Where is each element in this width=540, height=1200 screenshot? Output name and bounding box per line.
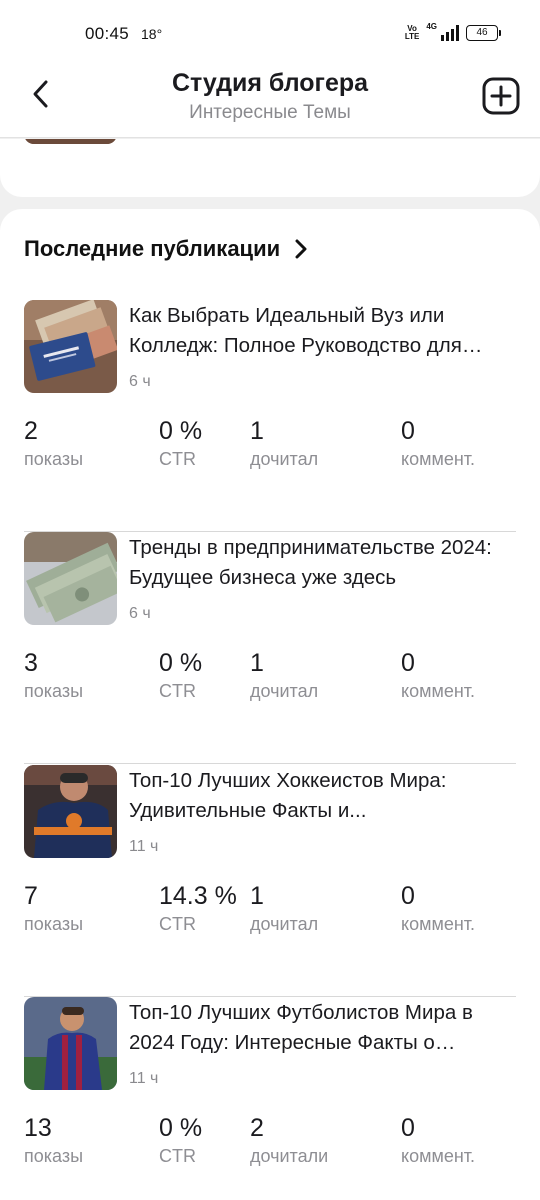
stat-value: 1: [250, 417, 264, 445]
publication-title: Топ-10 Лучших Футболистов Мира в 2024 Го…: [129, 1001, 473, 1054]
stat-label: коммент.: [401, 1146, 476, 1166]
stat-label: CTR: [159, 449, 196, 469]
publication-title: Тренды в предпринимательстве 2024: Будущ…: [129, 536, 492, 589]
stat-label: коммент.: [401, 681, 476, 701]
stat-label: показы: [24, 914, 84, 934]
publication-item[interactable]: Топ-10 Лучших Хоккеистов Мира: Удивитель…: [24, 765, 516, 997]
page-title: Студия блогера: [171, 69, 369, 97]
publication-thumbnail: [24, 300, 117, 393]
stat-label: CTR: [159, 681, 196, 701]
stat-value: 0 %: [159, 417, 203, 445]
status-icons: Vo LTE 4G 46: [404, 22, 501, 44]
stat-label: показы: [24, 681, 84, 701]
stat-value: 2: [24, 417, 38, 445]
publication-time: 6 ч: [129, 373, 151, 390]
app-header: Студия блогера Интересные Темы: [0, 60, 540, 138]
publication-thumbnail: [24, 765, 117, 858]
screen: 00:45 18° Vo LTE 4G 46 Студия блогера Инт…: [0, 0, 540, 1200]
previous-card: [0, 139, 540, 197]
publication-item[interactable]: Как Выбрать Идеальный Вуз или Колледж: П…: [24, 300, 516, 532]
stat-value: 3: [24, 649, 38, 677]
stat-value: 2: [250, 1114, 264, 1142]
plus-square-icon: [482, 77, 520, 115]
stat-ctr: 14.3 % CTR: [159, 882, 237, 935]
chevron-right-icon: [295, 239, 307, 259]
stat-read-through: 1 дочитал: [250, 882, 318, 935]
publication-time: 6 ч: [129, 605, 151, 622]
publication-time: 11 ч: [129, 838, 159, 855]
stat-value: 0 %: [159, 649, 203, 677]
stat-value: 1: [250, 649, 264, 677]
stat-label: показы: [24, 449, 84, 469]
stat-value: 0 %: [159, 1114, 203, 1142]
stat-value: 0: [401, 1114, 415, 1142]
stat-impressions: 2 показы: [24, 417, 83, 470]
publication-time: 11 ч: [129, 1070, 159, 1087]
stat-label: дочитал: [250, 914, 319, 934]
page-subtitle: Интересные Темы: [189, 102, 351, 123]
stat-label: CTR: [159, 914, 196, 934]
stat-comments: 0 коммент.: [401, 882, 475, 935]
battery-icon: 46: [466, 25, 501, 41]
status-temperature: 18°: [141, 26, 163, 42]
stat-read-through: 1 дочитал: [250, 649, 318, 702]
status-bar: 00:45 18° Vo LTE 4G 46: [0, 0, 540, 60]
section-title: Последние публикации: [24, 236, 281, 261]
stat-value: 0: [401, 882, 415, 910]
publication-title: Топ-10 Лучших Хоккеистов Мира: Удивитель…: [129, 769, 447, 822]
stat-label: коммент.: [401, 449, 476, 469]
stat-value: 13: [24, 1114, 52, 1142]
publication-thumbnail: [24, 997, 117, 1090]
stat-impressions: 13 показы: [24, 1114, 83, 1167]
stat-comments: 0 коммент.: [401, 417, 475, 470]
stat-label: CTR: [159, 1146, 196, 1166]
publication-item[interactable]: Тренды в предпринимательстве 2024: Будущ…: [24, 532, 516, 764]
stat-value: 7: [24, 882, 38, 910]
thumbnail-image: [24, 139, 117, 144]
stat-value: 14.3 %: [159, 882, 237, 910]
latest-publications-link[interactable]: Последние публикации: [24, 236, 308, 262]
stat-comments: 0 коммент.: [401, 1114, 475, 1167]
stat-label: коммент.: [401, 914, 476, 934]
stat-value: 0: [401, 417, 415, 445]
stat-read-through: 2 дочитали: [250, 1114, 328, 1167]
stat-label: дочитал: [250, 449, 319, 469]
stat-ctr: 0 % CTR: [159, 1114, 202, 1167]
publication-thumbnail: [24, 532, 117, 625]
status-time: 00:45: [85, 24, 130, 43]
network-type: 4G: [426, 22, 437, 31]
add-publication-button[interactable]: [482, 77, 520, 115]
publication-title: Как Выбрать Идеальный Вуз или Колледж: П…: [129, 304, 462, 357]
signal-icon: [441, 25, 459, 41]
volte-icon: Vo LTE: [404, 24, 420, 41]
stat-ctr: 0 % CTR: [159, 649, 202, 702]
stat-ctr: 0 % CTR: [159, 417, 202, 470]
stat-impressions: 3 показы: [24, 649, 83, 702]
stat-value: 1: [250, 882, 264, 910]
publications-card: Последние публикации Как Выбрать Идеальн…: [0, 209, 540, 1200]
stat-label: показы: [24, 1146, 84, 1166]
stat-impressions: 7 показы: [24, 882, 83, 935]
publication-item[interactable]: Топ-10 Лучших Футболистов Мира в 2024 Го…: [24, 997, 516, 1200]
stat-comments: 0 коммент.: [401, 649, 475, 702]
stat-label: дочитали: [250, 1146, 329, 1166]
stat-read-through: 1 дочитал: [250, 417, 318, 470]
stat-value: 0: [401, 649, 415, 677]
stat-label: дочитал: [250, 681, 319, 701]
